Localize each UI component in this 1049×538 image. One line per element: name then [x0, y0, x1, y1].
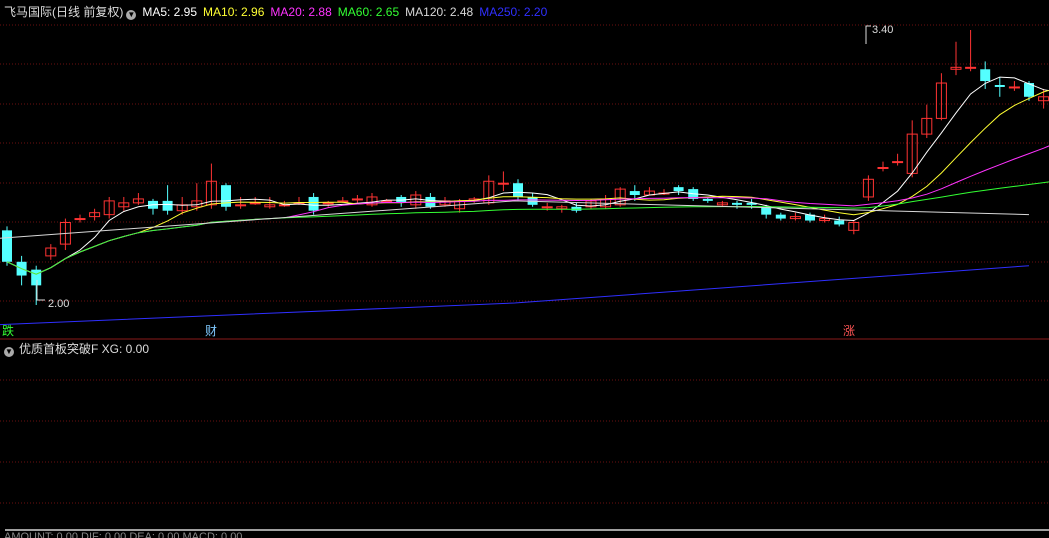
candle-up	[965, 66, 977, 69]
stock-title[interactable]: 飞马国际(日线 前复权)	[4, 5, 123, 19]
kline-chart[interactable]	[0, 0, 1049, 538]
ma60-label: MA60: 2.65	[337, 5, 400, 19]
ma20-line	[6, 145, 1049, 275]
ma10-line	[6, 89, 1049, 275]
low-price-value: 2.00	[48, 298, 70, 310]
candle-up	[235, 204, 247, 207]
high-marker	[865, 25, 871, 44]
candle-down	[162, 200, 173, 211]
candle-down	[513, 183, 523, 197]
candle-up	[337, 200, 349, 203]
candle-up	[249, 202, 261, 205]
candle-up	[322, 202, 334, 205]
candle-down	[673, 187, 684, 192]
candle-down	[308, 196, 319, 211]
candle-up	[877, 167, 889, 169]
candle-down	[994, 85, 1005, 87]
candle-down	[980, 69, 991, 82]
candle-up	[1008, 86, 1020, 89]
low-price-label: 2.00	[48, 298, 69, 310]
bottom-indicator-strip: AMOUNT: 0.00 DIF: 0.00 DEA: 0.00 MACD: 0…	[4, 531, 243, 538]
candle-down	[732, 202, 742, 205]
indicator-settings-icon[interactable]: ▼	[4, 347, 14, 357]
candle-down	[629, 191, 640, 195]
candle-up	[497, 182, 509, 185]
candle-down	[775, 214, 786, 219]
indicator-label: 优质首板突破F XG: 0.00	[19, 342, 150, 356]
ma5-label: MA5: 2.95	[142, 5, 198, 19]
high-price-value: 3.40	[872, 24, 894, 36]
indicator-header: ▼ 优质首板突破F XG: 0.00	[4, 342, 149, 357]
chart-header: 飞马国际(日线 前复权) ▼ MA5: 2.95 MA10: 2.96 MA20: 2.…	[4, 5, 553, 20]
candle-up	[74, 218, 86, 221]
settings-circle-icon[interactable]: ▼	[126, 10, 137, 20]
ma10-label: MA10: 2.96	[203, 5, 265, 19]
ma120-label: MA120: 2.48	[405, 5, 474, 19]
ma250-label: MA250: 2.20	[479, 5, 548, 19]
high-price-label: 3.40	[872, 24, 893, 36]
rise-badge[interactable]: 涨	[843, 324, 855, 338]
ma60-line	[6, 181, 1049, 275]
fall-badge[interactable]: 跌	[2, 324, 14, 338]
candle-down	[2, 230, 12, 262]
candle-up	[541, 206, 553, 209]
ma5-line	[6, 76, 1049, 275]
candle-down	[31, 269, 42, 286]
candle-down	[702, 198, 713, 201]
candle-up	[892, 161, 904, 164]
xg-signal-line	[5, 529, 1049, 531]
candle-up	[351, 198, 363, 201]
finance-badge[interactable]: 财	[205, 324, 217, 338]
ma250-line	[0, 265, 1030, 326]
ma20-label: MA20: 2.88	[270, 5, 332, 19]
candle-down	[834, 220, 845, 225]
